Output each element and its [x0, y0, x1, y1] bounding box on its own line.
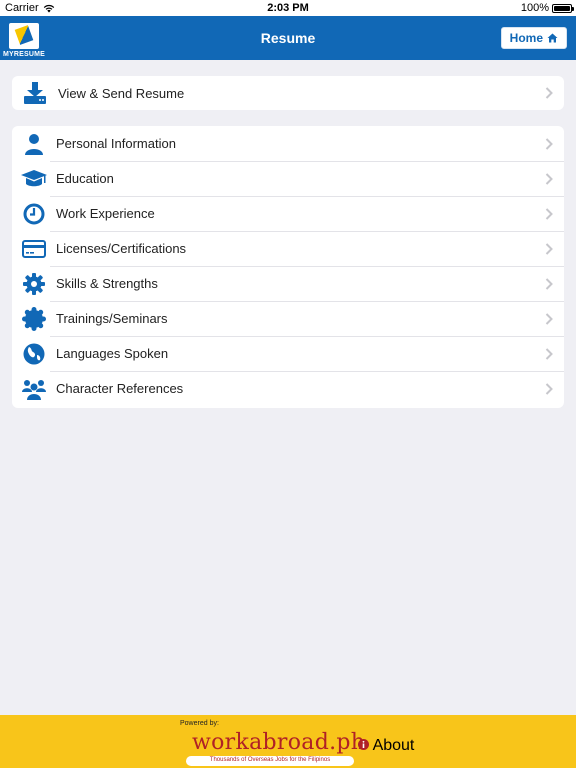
badge-icon: [12, 306, 56, 331]
globe-icon: [12, 343, 56, 365]
battery-percent: 100%: [520, 2, 549, 14]
view-send-resume-row[interactable]: View & Send Resume: [12, 76, 564, 110]
battery-icon: [552, 3, 574, 13]
clock-time: 2:03 PM: [267, 2, 309, 14]
row-label: Languages Spoken: [56, 346, 169, 361]
resume-sections-list: Personal Information Education Work Expe…: [12, 126, 564, 408]
about-label: About: [372, 737, 415, 754]
chevron-right-icon: [534, 312, 564, 325]
section-row-languages-spoken[interactable]: Languages Spoken: [12, 336, 564, 371]
row-label: Licenses/Certifications: [56, 241, 187, 256]
chevron-right-icon: [534, 382, 564, 395]
workabroad-logo-text[interactable]: workabroad.ph: [192, 730, 365, 755]
house-icon: [547, 33, 558, 43]
row-label: Skills & Strengths: [56, 276, 158, 291]
graduation-cap-icon: [12, 169, 56, 188]
chevron-right-icon: [534, 207, 564, 220]
section-row-trainings-seminars[interactable]: Trainings/Seminars: [12, 301, 564, 336]
chevron-right-icon: [534, 137, 564, 150]
section-row-personal-information[interactable]: Personal Information: [12, 126, 564, 161]
people-icon: [12, 378, 56, 400]
row-label: Trainings/Seminars: [56, 311, 168, 326]
section-row-character-references[interactable]: Character References: [12, 371, 564, 406]
battery-status: 100%: [520, 2, 574, 14]
section-row-work-experience[interactable]: Work Experience: [12, 196, 564, 231]
footer-banner: Powered by: workabroad.ph Thousands of O…: [0, 715, 576, 768]
navigation-bar: MYRESUME Resume Home: [0, 16, 576, 60]
chevron-right-icon: [534, 347, 564, 360]
clock-icon: [12, 203, 56, 225]
row-label: Education: [56, 171, 114, 186]
row-label: Personal Information: [56, 136, 176, 151]
tagline-text: Thousands of Overseas Jobs for the Filip…: [209, 757, 331, 763]
credit-card-icon: [12, 239, 56, 258]
download-icon: [12, 82, 58, 104]
chevron-right-icon: [534, 87, 564, 99]
chevron-right-icon: [534, 277, 564, 290]
status-bar: Carrier 2:03 PM 100%: [0, 0, 576, 16]
section-row-education[interactable]: Education: [12, 161, 564, 196]
row-label: View & Send Resume: [58, 85, 185, 101]
section-row-licenses-certifications[interactable]: Licenses/Certifications: [12, 231, 564, 266]
tagline-bar: Thousands of Overseas Jobs for the Filip…: [186, 756, 354, 766]
section-row-skills-strengths[interactable]: Skills & Strengths: [12, 266, 564, 301]
info-icon: [358, 739, 369, 750]
home-button[interactable]: Home: [500, 27, 567, 49]
home-button-label: Home: [509, 31, 543, 45]
powered-by-label: Powered by:: [180, 720, 219, 727]
row-label: Work Experience: [56, 206, 155, 221]
chevron-right-icon: [534, 242, 564, 255]
person-icon: [12, 133, 56, 155]
gear-icon: [12, 272, 56, 295]
chevron-right-icon: [534, 172, 564, 185]
row-label: Character References: [56, 381, 184, 396]
about-button[interactable]: About: [358, 737, 414, 755]
send-resume-card: View & Send Resume: [12, 76, 564, 110]
page-title: Resume: [260, 30, 316, 46]
